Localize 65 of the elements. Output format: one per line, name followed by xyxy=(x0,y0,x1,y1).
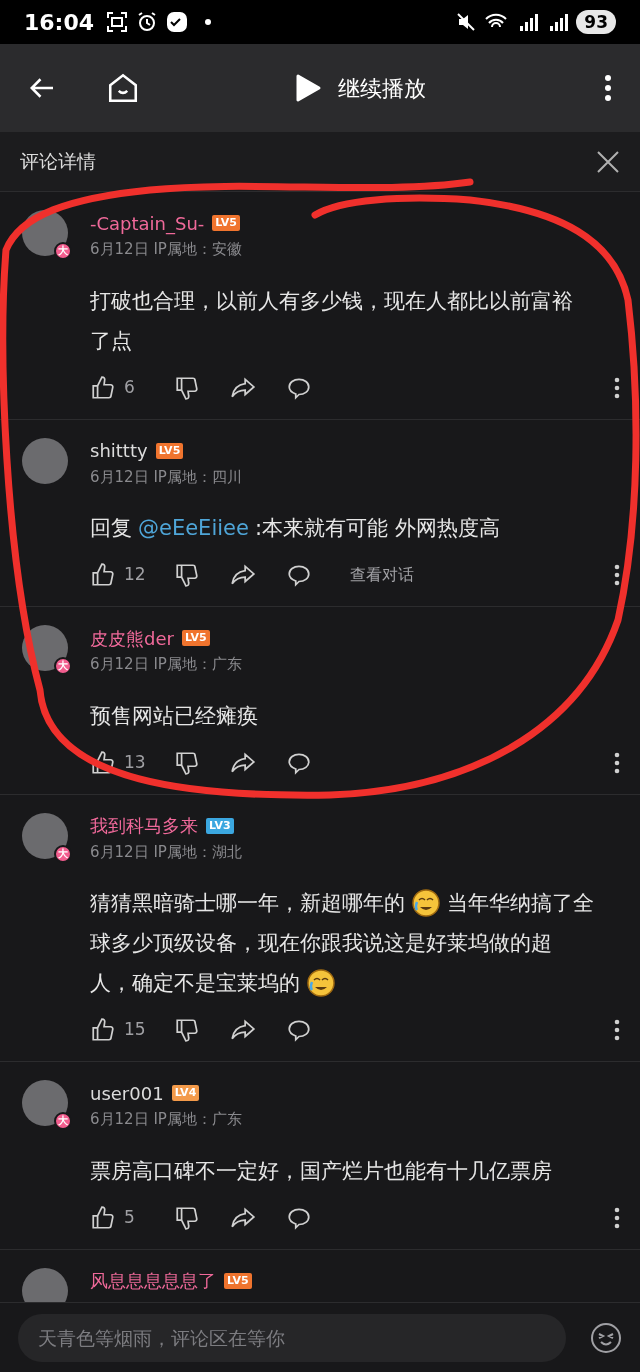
like-button[interactable]: 5 xyxy=(90,1204,174,1231)
comment-text: 票房高口碑不一定好，国产烂片也能有十几亿票房 xyxy=(90,1157,552,1185)
comment-meta: 6月12日 IP属地：安徽 xyxy=(90,239,243,260)
level-tag: LV5 xyxy=(212,215,241,231)
thumbs-up-icon xyxy=(90,374,116,401)
panel-title: 评论详情 xyxy=(20,149,96,175)
comment-text: 打破也合理，以前人有多少钱，现在人都比以前富裕 xyxy=(90,287,573,315)
more-icon[interactable] xyxy=(614,1019,620,1041)
thumbs-up-icon xyxy=(90,1204,116,1231)
comment-text: 人，确定不是宝莱坞的 xyxy=(90,970,300,997)
close-button[interactable] xyxy=(596,149,620,174)
comment-text: 球多少顶级设备，现在你跟我说这是好莱坞做的超 xyxy=(90,930,552,957)
vip-badge: 大 xyxy=(54,1112,72,1130)
like-button[interactable]: 6 xyxy=(90,374,174,401)
like-button[interactable]: 13 xyxy=(90,749,174,776)
check-app-icon xyxy=(166,11,189,33)
vip-badge: 大 xyxy=(54,242,72,260)
more-menu-button[interactable] xyxy=(604,74,612,102)
avatar-placeholder[interactable] xyxy=(22,812,68,859)
thumbs-up-icon xyxy=(90,749,116,776)
view-conversation-link[interactable]: 查看对话 xyxy=(350,563,414,587)
crying-face-emoji-icon xyxy=(411,888,441,918)
comment-meta: 6月12日 IP属地：广东 xyxy=(90,654,243,675)
level-tag: LV3 xyxy=(206,817,234,834)
comment-text: 猜猜黑暗骑士哪一年，新超哪年的 xyxy=(90,890,405,917)
username[interactable]: -Captain_Su- xyxy=(90,209,205,237)
comment-text: 了点 xyxy=(90,327,132,355)
thumbs-up-icon xyxy=(90,562,116,588)
more-icon[interactable] xyxy=(614,751,620,774)
mention-link[interactable]: @eEeEiiee xyxy=(138,508,249,548)
avatar-placeholder[interactable] xyxy=(22,1080,68,1126)
battery-level: 93 xyxy=(576,10,616,34)
level-tag: LV5 xyxy=(181,630,210,646)
level-tag: LV5 xyxy=(155,442,184,459)
username[interactable]: shittty xyxy=(90,437,148,464)
more-icon[interactable] xyxy=(614,1206,620,1229)
level-tag: LV4 xyxy=(171,1085,200,1101)
comment-meta: 6月12日 IP属地：湖北 xyxy=(90,841,243,863)
username[interactable]: 我到科马多来 xyxy=(90,812,198,839)
like-button[interactable]: 15 xyxy=(90,1017,174,1043)
mute-icon xyxy=(456,12,477,32)
comment-text: 当年华纳搞了全 xyxy=(447,890,594,917)
status-time: 16:04 xyxy=(24,8,95,37)
home-button[interactable] xyxy=(106,71,140,105)
comment-text: 回复 xyxy=(90,515,132,542)
username[interactable]: user001 xyxy=(90,1079,164,1107)
level-tag: LV5 xyxy=(224,1272,252,1289)
more-icon[interactable] xyxy=(614,564,620,586)
comment-input-field[interactable]: 天青色等烟雨，评论区在等你 xyxy=(18,1313,566,1362)
thumbs-up-icon xyxy=(90,1017,116,1043)
screenshot-icon xyxy=(106,11,129,33)
emoji-button[interactable] xyxy=(590,1321,622,1354)
vip-badge: 大 xyxy=(54,657,72,675)
more-icon[interactable] xyxy=(614,376,620,399)
username[interactable]: 皮皮熊der xyxy=(90,624,174,652)
crying-face-emoji-icon xyxy=(306,968,336,998)
dot-icon xyxy=(204,18,213,26)
comment-meta: 6月12日 IP属地：广东 xyxy=(90,1109,243,1130)
comment-text: :本来就有可能 外网热度高 xyxy=(254,515,500,542)
comment-text: 预售网站已经瘫痪 xyxy=(90,702,258,730)
like-button[interactable]: 12 xyxy=(90,562,174,588)
continue-playing-button[interactable]: 继续播放 xyxy=(294,71,426,105)
username[interactable]: 风息息息息息了 xyxy=(90,1267,216,1294)
play-icon xyxy=(294,73,322,103)
comment-meta: 6月12日 IP属地：四川 xyxy=(90,466,243,488)
